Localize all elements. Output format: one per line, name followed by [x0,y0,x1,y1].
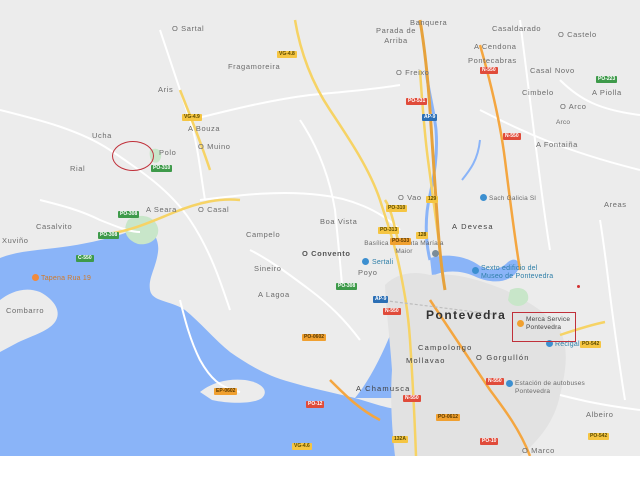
town-polo: Polo [159,148,177,157]
highlight-circle [112,141,154,171]
highlight-rectangle [512,312,576,342]
town-casalvito: Casalvito [36,222,73,231]
town-o-marco: O Marco [522,446,555,455]
road-shield: 132A [392,436,408,443]
footer-strip [0,456,640,480]
museum-pin-icon[interactable] [472,267,479,274]
town-o-vao: O Vao [398,193,422,202]
town-xuvino: Xuviño [2,236,29,245]
road-shield: VG-4.6 [292,443,312,450]
map-canvas[interactable]: O Sartal Parada de Arriba Banquera Casal… [0,0,640,456]
town-casal-novo: Casal Novo [530,66,575,75]
town-a-lagoa: A Lagoa [258,290,290,299]
shop-pin-icon-2[interactable] [480,194,487,201]
city-pontevedra: Pontevedra [426,308,507,322]
town-o-convento: O Convento [302,249,351,258]
town-casaldarado: Casaldarado [492,24,542,33]
road-shield: PO-0612 [436,414,461,421]
town-mollavao: Mollavao [406,356,446,365]
road-shield: N-550 [503,133,521,140]
town-a-chamusca: A Chamusca [356,384,411,393]
town-albeiro: Albeiro [586,410,614,419]
town-campolongo: Campolongo [418,343,473,352]
town-a-bouza: A Bouza [188,124,221,133]
road-shield: C-550 [76,255,94,262]
town-a-devesa: A Devesa [452,222,494,231]
town-fragamoreira: Fragamoreira [228,62,281,71]
town-combarro: Combarro [6,306,45,315]
road-shield: PO-10 [480,438,499,445]
town-ucha: Ucha [92,131,112,140]
road-shield: 129 [426,196,439,203]
road-shield: PO-542 [588,433,610,440]
marker-dot-icon [577,285,580,288]
town-sineiro: Sineiro [254,264,282,273]
road-shield: VG-4.9 [182,114,202,121]
town-poyo: Poyo [358,268,378,277]
town-parada-de-arriba: Parada de Arriba [375,26,416,45]
road-shield: 128 [416,232,429,239]
road-shield: PO-308 [336,283,358,290]
town-a-piolla: A Piolla [592,88,622,97]
poi-sach[interactable]: Sach Galicia Sl [489,194,536,203]
town-cimbelo: Cimbelo [522,88,554,97]
town-boa-vista: Boa Vista [320,217,358,226]
road-shield: N-550 [486,378,504,385]
poi-tapena[interactable]: Tapena Rua 19 [41,274,91,283]
town-o-muino: O Muino [198,142,231,151]
road-shield: N-550 [403,395,421,402]
town-banquera: Banquera [410,18,448,27]
road-shield: PO-0602 [302,334,327,341]
road-shield: N-550 [383,308,401,315]
town-a-cendona: A Cendona [474,42,517,51]
shop-pin-icon[interactable] [362,258,369,265]
road-shield: AP-9 [422,114,438,121]
town-o-casal: O Casal [198,205,230,214]
town-a-seara: A Seara [146,205,177,214]
town-o-arco: O Arco [560,102,587,111]
restaurant-pin-icon[interactable] [32,274,39,281]
town-campelo: Campelo [246,230,281,239]
town-pontecabras: Pontecabras [468,56,517,65]
poi-sertali[interactable]: Sertali [372,258,393,267]
road-shield: EP-0602 [214,388,238,395]
poi-estacion[interactable]: Estación de autobuses Pontevedra [515,380,585,396]
road-shield: PO-542 [580,341,602,348]
town-rial: Rial [70,164,86,173]
town-arco: Arco [556,119,571,126]
town-o-freixo: O Freixo [396,68,430,77]
road-shield: PO-223 [596,76,618,83]
town-aris: Aris [158,85,174,94]
road-shield: N-550 [480,67,498,74]
poi-museo[interactable]: Sexto edificio del Museo de Pontevedra [481,265,561,281]
town-areas: Areas [604,200,627,209]
road-shield: AP-9 [373,296,389,303]
town-a-fontaina: A Fontaiña [536,140,578,149]
road-shield: PO-308 [118,211,140,218]
road-shield: PO-531 [406,98,428,105]
road-shield: VG-4.8 [277,51,297,58]
road-shield: PO-533 [390,238,412,245]
town-o-sartal: O Sartal [172,24,205,33]
road-shield: PO-310 [151,165,173,172]
town-o-gorgullon: O Gorgullón [476,353,530,362]
road-shield: PO-12 [306,401,325,408]
bus-pin-icon[interactable] [506,380,513,387]
road-shield: PO-308 [98,232,120,239]
road-shield: PO-313 [378,227,400,234]
town-o-castelo: O Castelo [558,30,597,39]
road-shield: PO-310 [386,205,408,212]
